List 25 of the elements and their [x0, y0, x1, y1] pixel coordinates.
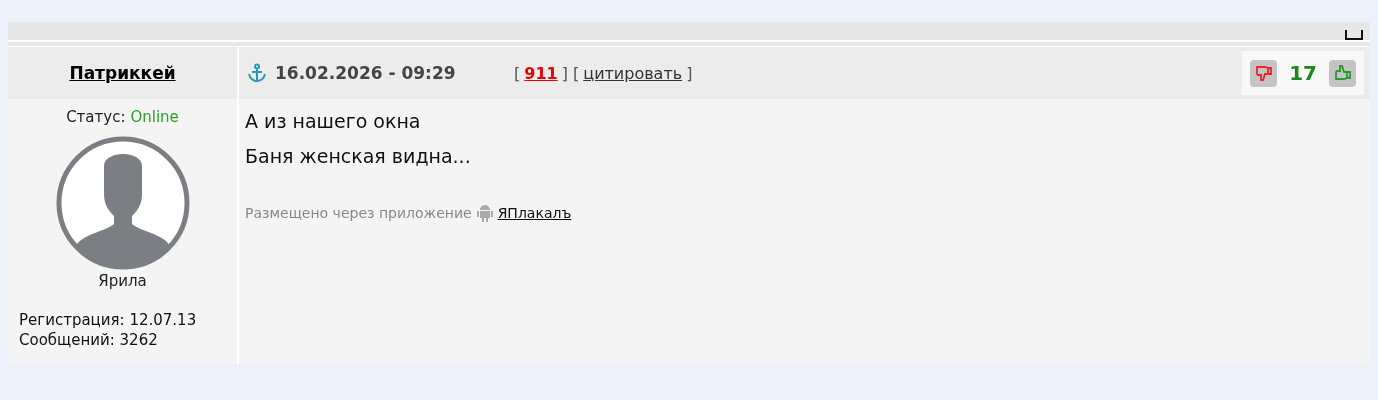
status-label: Статус:: [66, 108, 126, 126]
like-button[interactable]: [1329, 59, 1356, 87]
bracket-text: ] [: [561, 63, 580, 83]
dislike-button[interactable]: [1250, 59, 1278, 87]
post-date: 16.02.2026 - 09:29: [275, 63, 457, 83]
rating-score: 17: [1289, 61, 1317, 85]
app-link[interactable]: ЯПлакалъ: [497, 205, 572, 221]
quote-link[interactable]: цитировать: [583, 63, 683, 83]
post-number-link[interactable]: 911: [524, 63, 558, 83]
avatar-icon: [55, 136, 190, 270]
thumbs-down-icon: [1254, 64, 1273, 82]
thumbs-up-icon: [1333, 64, 1352, 82]
post-text: А из нашего окна: [245, 109, 422, 133]
bracket-text: [: [514, 63, 521, 83]
author-name[interactable]: Патриккей: [69, 63, 176, 83]
bracket-icon[interactable]: [1344, 30, 1364, 40]
user-rank: Ярила: [98, 272, 147, 290]
status-value: Online: [130, 108, 179, 126]
post-text: Баня женская видна...: [245, 144, 472, 168]
anchor-icon: [247, 63, 267, 83]
bracket-text: ]: [686, 63, 693, 83]
user-stat: Регистрация: 12.07.13: [19, 310, 198, 330]
posted-via-text: Размещено через приложение: [245, 205, 472, 221]
user-stat: Сообщений: 3262: [19, 330, 159, 350]
android-icon: [476, 204, 493, 222]
